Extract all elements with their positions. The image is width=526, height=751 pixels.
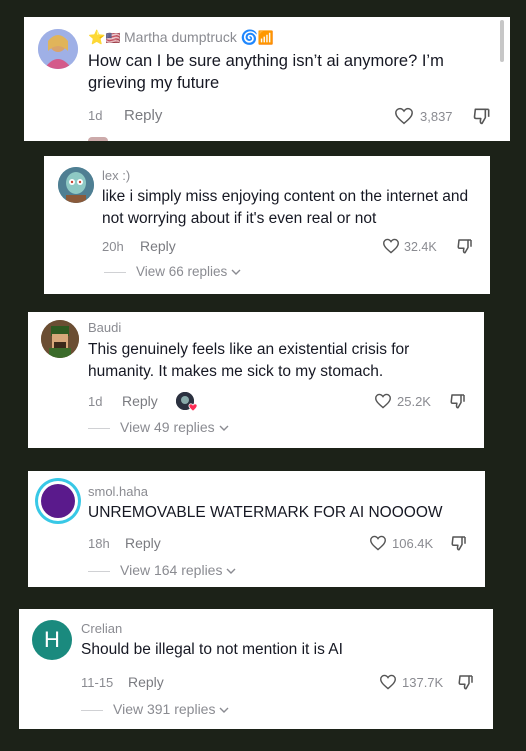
replies-divider [88, 570, 110, 572]
heart-outline-icon[interactable] [369, 535, 387, 551]
heart-outline-icon[interactable] [379, 674, 397, 690]
heart-outline-icon[interactable] [394, 107, 414, 125]
comment-card-3: Baudi This genuinely feels like an exist… [28, 312, 484, 448]
replies-divider [104, 271, 126, 273]
comment-card-5: H Crelian Should be illegal to not menti… [19, 609, 493, 729]
comment-card-1: ⭐🇺🇸 Martha dumptruck 🌀📶 How can I be sur… [24, 17, 510, 141]
username[interactable]: Crelian [81, 621, 122, 636]
avatar[interactable] [41, 320, 79, 358]
reply-button[interactable]: Reply [140, 238, 176, 254]
username-row: ⭐🇺🇸 Martha dumptruck 🌀📶 [88, 29, 274, 46]
username[interactable]: lex :) [102, 168, 130, 183]
reply-button[interactable]: Reply [122, 393, 158, 409]
flag-badge: 🇺🇸 [105, 31, 121, 45]
reply-button[interactable]: Reply [125, 535, 161, 551]
chevron-down-icon [231, 269, 241, 276]
comment-text: UNREMOVABLE WATERMARK FOR AI NOOOOW [88, 504, 443, 521]
comment-card-4: smol.haha UNREMOVABLE WATERMARK FOR AI N… [28, 471, 485, 587]
heart-outline-icon[interactable] [382, 238, 400, 254]
view-replies-label: View 66 replies [136, 264, 228, 279]
avatar[interactable]: H [32, 620, 72, 660]
username[interactable]: Martha dumptruck [124, 29, 237, 45]
scrollbar[interactable] [500, 20, 504, 62]
replies-divider [88, 427, 110, 429]
comment-time: 1d [88, 108, 103, 123]
view-replies-label: View 164 replies [120, 562, 223, 578]
avatar-letter: H [44, 627, 60, 652]
chevron-down-icon [226, 568, 236, 575]
reply-button[interactable]: Reply [124, 107, 162, 124]
avatar[interactable] [38, 29, 78, 69]
comment-card-2: lex :) like i simply miss enjoying conte… [44, 156, 490, 294]
chevron-down-icon [219, 707, 229, 714]
avatar[interactable] [58, 167, 94, 203]
avatar-image [58, 167, 94, 203]
avatar-image [38, 29, 78, 69]
star-badge: ⭐ [88, 29, 106, 45]
avatar[interactable] [35, 478, 81, 524]
username[interactable]: Baudi [88, 320, 121, 335]
avatar-image [41, 320, 79, 358]
comment-time: 18h [88, 536, 110, 551]
comment-time: 1d [88, 394, 103, 409]
reply-button[interactable]: Reply [128, 674, 164, 690]
like-count: 32.4K [404, 240, 437, 254]
chart-badge: 📶 [257, 30, 275, 45]
comment-text: This genuinely feels like an existential… [88, 341, 410, 380]
like-count: 25.2K [397, 394, 431, 409]
thumbs-down-icon[interactable] [450, 534, 468, 552]
replies-divider [81, 709, 103, 711]
comment-time: 11-15 [81, 675, 114, 690]
like-count: 137.7K [402, 675, 444, 690]
next-avatar-peek [88, 137, 108, 141]
comment-text: Should be illegal to not mention it is A… [81, 641, 343, 658]
view-replies-label: View 49 replies [120, 419, 215, 435]
comment-text: like i simply miss enjoying content on t… [102, 188, 469, 227]
heart-filled-icon [188, 403, 198, 412]
comment-time: 20h [102, 239, 124, 254]
thumbs-down-icon[interactable] [449, 392, 467, 410]
like-count: 3,837 [420, 109, 453, 124]
username[interactable]: smol.haha [88, 484, 148, 499]
like-count: 106.4K [392, 536, 434, 551]
thumbs-down-icon[interactable] [456, 237, 474, 255]
swirl-badge: 🌀 [240, 29, 258, 45]
view-replies-button[interactable]: View 66 replies [104, 264, 241, 279]
view-replies-label: View 391 replies [113, 701, 216, 717]
avatar-image [41, 484, 75, 518]
chevron-down-icon [219, 425, 229, 432]
view-replies-button[interactable]: View 391 replies [81, 701, 229, 717]
comment-text: How can I be sure anything isn’t ai anym… [88, 52, 444, 92]
thumbs-down-icon[interactable] [472, 106, 492, 126]
thumbs-down-icon[interactable] [457, 673, 475, 691]
heart-outline-icon[interactable] [374, 393, 392, 409]
view-replies-button[interactable]: View 164 replies [88, 562, 236, 578]
view-replies-button[interactable]: View 49 replies [88, 419, 229, 435]
